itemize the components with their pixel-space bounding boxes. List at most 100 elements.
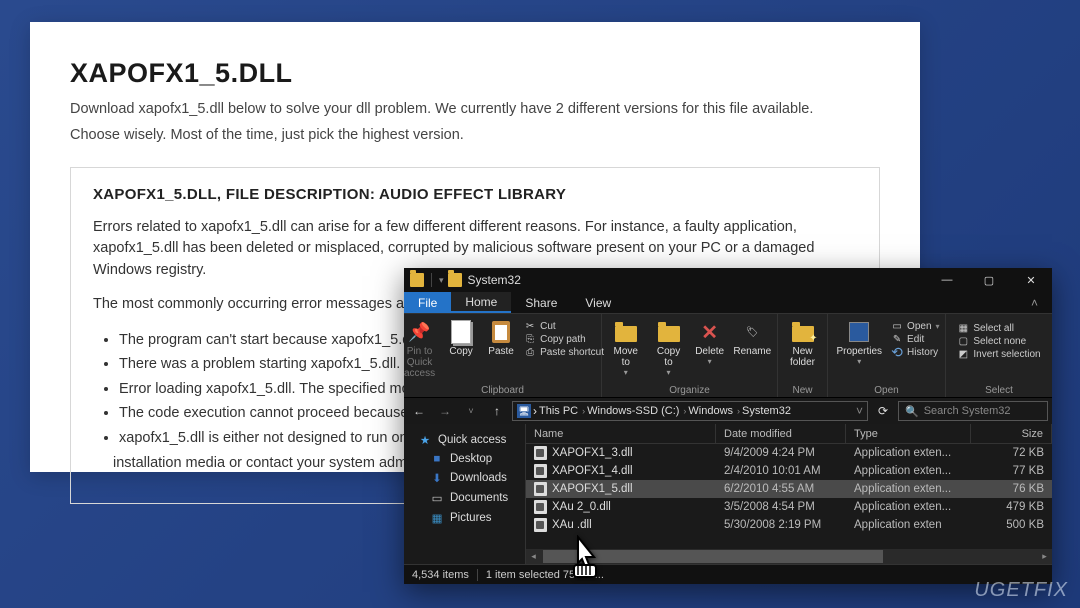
dll-file-icon: [534, 482, 547, 496]
folder-icon: [448, 273, 462, 287]
search-input[interactable]: 🔍 Search System32: [898, 401, 1048, 421]
pictures-icon: ▦: [430, 511, 444, 525]
tab-home[interactable]: Home: [451, 292, 511, 313]
history-button[interactable]: ⟲History: [891, 346, 939, 358]
nav-pictures[interactable]: ▦Pictures: [404, 508, 525, 528]
search-icon: 🔍: [905, 405, 919, 418]
folder-icon: [410, 273, 424, 287]
open-icon: ▭: [891, 320, 903, 332]
group-label-organize: Organize: [602, 385, 777, 396]
titlebar[interactable]: ▾ System32 — ▢ ✕: [404, 268, 1052, 292]
tab-share[interactable]: Share: [511, 292, 571, 313]
nav-downloads[interactable]: ⬇Downloads: [404, 468, 525, 488]
delete-icon: ✕: [698, 320, 722, 344]
qat-down-icon[interactable]: ▾: [439, 275, 444, 286]
nav-desktop[interactable]: ■Desktop: [404, 450, 525, 468]
copy-path-icon: ⎘: [524, 333, 536, 345]
chevron-down-icon[interactable]: ˅: [856, 404, 863, 418]
select-none-button[interactable]: ▢Select none: [957, 335, 1040, 347]
nav-pane: ★Quick access ■Desktop ⬇Downloads ▭Docum…: [404, 424, 526, 564]
properties-button[interactable]: Properties▾: [831, 318, 887, 368]
status-selected: 1 item selected 75.8 K...: [486, 569, 604, 581]
nav-forward-button[interactable]: →: [434, 400, 456, 422]
invert-selection-button[interactable]: ◩Invert selection: [957, 348, 1040, 360]
col-date[interactable]: Date modified: [716, 424, 846, 443]
crumb-this-pc[interactable]: This PC›: [539, 405, 585, 417]
pc-icon: 🖥: [517, 404, 531, 418]
new-folder-icon: [792, 326, 814, 342]
refresh-button[interactable]: ⟳: [872, 404, 894, 418]
cut-button[interactable]: ✂Cut: [524, 320, 604, 332]
invert-selection-icon: ◩: [957, 348, 969, 360]
horizontal-scrollbar[interactable]: ◂▸: [526, 549, 1052, 564]
paste-shortcut-button[interactable]: ⎙Paste shortcut: [524, 346, 604, 358]
table-row[interactable]: XAu .dll5/30/2008 2:19 PMApplication ext…: [526, 516, 1052, 534]
paste-icon: [492, 321, 510, 343]
folder-icon: [615, 326, 637, 342]
maximize-button[interactable]: ▢: [968, 268, 1010, 292]
group-label-new: New: [778, 385, 827, 396]
group-label-select: Select: [946, 385, 1052, 396]
dll-file-icon: [534, 500, 547, 514]
copy-button[interactable]: Copy: [442, 318, 480, 359]
crumb-windows[interactable]: Windows›: [688, 405, 740, 417]
tab-view[interactable]: View: [571, 292, 625, 313]
copy-to-button[interactable]: Copy to▾: [648, 318, 688, 379]
group-label-clipboard: Clipboard: [404, 385, 601, 396]
select-all-button[interactable]: ▦Select all: [957, 322, 1040, 334]
box-title: XAPOFX1_5.DLL, FILE DESCRIPTION: AUDIO E…: [93, 186, 857, 203]
col-type[interactable]: Type: [846, 424, 971, 443]
minimize-button[interactable]: —: [926, 268, 968, 292]
dll-file-icon: [534, 446, 547, 460]
nav-documents[interactable]: ▭Documents: [404, 488, 525, 508]
rename-icon: 🏷: [740, 320, 764, 344]
delete-button[interactable]: ✕ Delete▾: [691, 318, 729, 368]
nav-quick-access[interactable]: ★Quick access: [404, 430, 525, 450]
intro-line-2: Choose wisely. Most of the time, just pi…: [70, 125, 880, 147]
downloads-icon: ⬇: [430, 471, 444, 485]
intro-line-1: Download xapofx1_5.dll below to solve yo…: [70, 99, 880, 121]
close-button[interactable]: ✕: [1010, 268, 1052, 292]
window-title: System32: [468, 273, 926, 287]
nav-back-button[interactable]: ←: [408, 400, 430, 422]
copy-icon: [451, 320, 471, 344]
menu-tabs: File Home Share View ˄: [404, 292, 1052, 314]
select-none-icon: ▢: [957, 335, 969, 347]
history-icon: ⟲: [891, 346, 903, 358]
select-all-icon: ▦: [957, 322, 969, 334]
ribbon-collapse-icon[interactable]: ˄: [1017, 292, 1052, 313]
file-explorer-window: ▾ System32 — ▢ ✕ File Home Share View ˄ …: [404, 268, 1052, 584]
table-row[interactable]: XAu 2_0.dll3/5/2008 4:54 PMApplication e…: [526, 498, 1052, 516]
move-to-button[interactable]: Move to▾: [605, 318, 646, 379]
table-row[interactable]: XAPOFX1_3.dll9/4/2009 4:24 PMApplication…: [526, 444, 1052, 462]
col-name[interactable]: Name: [526, 424, 716, 443]
breadcrumb[interactable]: 🖥 › This PC› Windows-SSD (C:)› Windows› …: [512, 401, 868, 421]
status-bar: 4,534 items 1 item selected 75.8 K...: [404, 564, 1052, 584]
column-headers[interactable]: Name Date modified Type Size: [526, 424, 1052, 444]
new-folder-button[interactable]: New folder: [784, 318, 822, 370]
col-size[interactable]: Size: [971, 424, 1052, 443]
copy-path-button[interactable]: ⎘Copy path: [524, 333, 604, 345]
open-button[interactable]: ▭Open▾: [891, 320, 939, 332]
star-icon: ★: [418, 433, 432, 447]
crumb-drive[interactable]: Windows-SSD (C:)›: [587, 405, 686, 417]
watermark-logo: UGETFIX: [974, 579, 1068, 602]
table-row[interactable]: XAPOFX1_5.dll6/2/2010 4:55 AMApplication…: [526, 480, 1052, 498]
group-label-open: Open: [828, 385, 945, 396]
tab-file[interactable]: File: [404, 292, 451, 313]
pin-quick-access-button[interactable]: 📌 Pin to Quick access: [399, 318, 440, 381]
nav-recent-button[interactable]: ˅: [460, 400, 482, 422]
ribbon: 📌 Pin to Quick access Copy Paste ✂Cut ⎘C…: [404, 314, 1052, 398]
table-row[interactable]: XAPOFX1_4.dll2/4/2010 10:01 AMApplicatio…: [526, 462, 1052, 480]
rename-button[interactable]: 🏷 Rename: [731, 318, 774, 359]
pin-icon: 📌: [408, 320, 432, 344]
crumb-system32[interactable]: System32: [742, 405, 791, 417]
desktop-icon: ■: [430, 453, 444, 465]
nav-up-button[interactable]: ↑: [486, 400, 508, 422]
documents-icon: ▭: [430, 491, 444, 505]
status-item-count: 4,534 items: [412, 569, 469, 581]
paste-button[interactable]: Paste: [482, 318, 520, 359]
properties-icon: [849, 322, 869, 342]
dll-file-icon: [534, 518, 547, 532]
paste-shortcut-icon: ⎙: [524, 346, 536, 358]
